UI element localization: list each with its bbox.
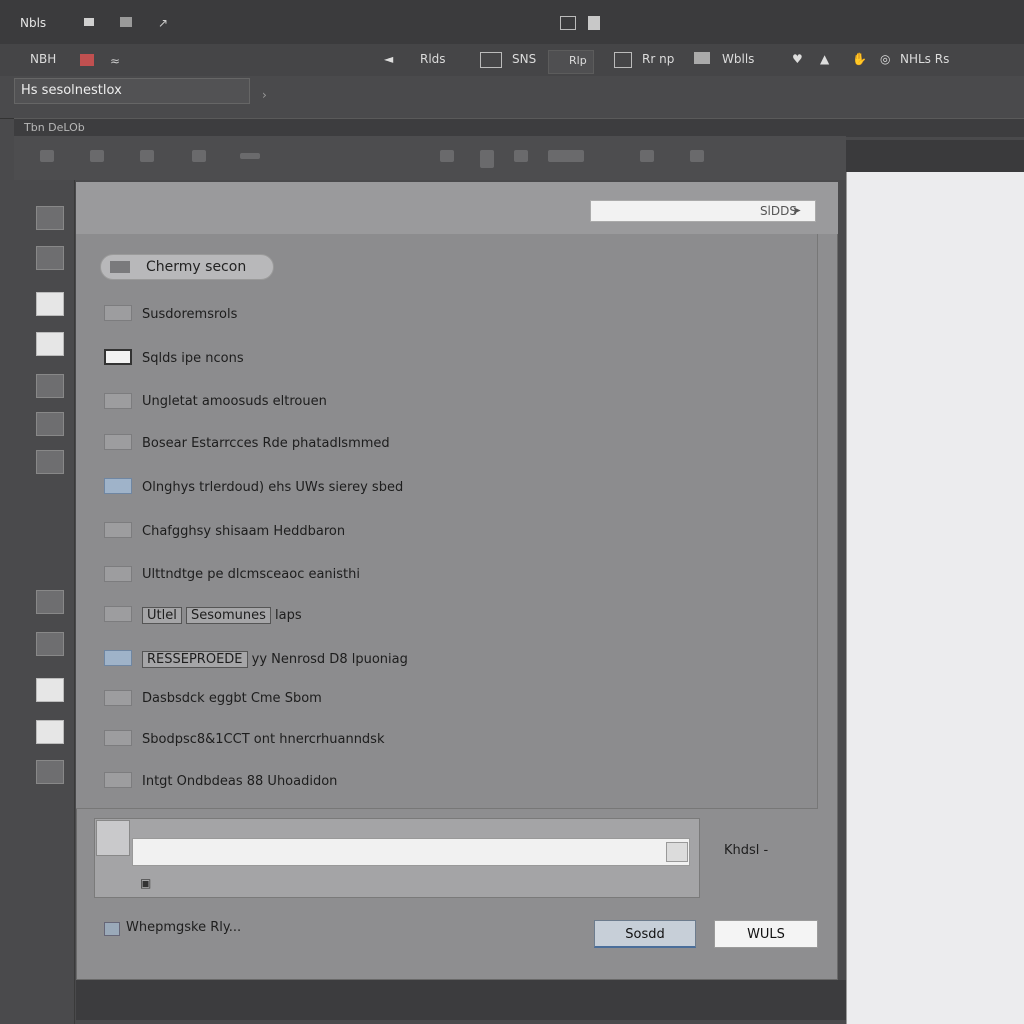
- option-checkbox-9[interactable]: [104, 650, 132, 666]
- option-label-8: Utlel Sesomunes laps: [142, 607, 302, 624]
- heart-icon[interactable]: ♥: [792, 52, 803, 66]
- app-menu[interactable]: Nbls: [20, 16, 46, 30]
- tool-thumb-12[interactable]: [36, 760, 64, 784]
- option-checkbox-5[interactable]: [104, 478, 132, 494]
- option-checkbox-11[interactable]: [104, 730, 132, 746]
- file-icon: [588, 16, 600, 30]
- dialog-search-field[interactable]: SlDDS: [590, 200, 816, 222]
- option-label-4: Bosear Estarrcces Rde phatadlsmmed: [142, 436, 390, 451]
- tool-icon-9[interactable]: [548, 150, 584, 162]
- document-icon[interactable]: [120, 17, 132, 27]
- tool-thumb-1[interactable]: [36, 206, 64, 230]
- tool-icon-7[interactable]: [480, 150, 494, 168]
- option-checkbox-3[interactable]: [104, 393, 132, 409]
- option-label-11: Sbodpsc8&1CCT ont hnercrhuanndsk: [142, 732, 385, 747]
- arrow-icon[interactable]: ↗: [158, 16, 168, 30]
- pill-icon: [110, 261, 130, 273]
- image-icon[interactable]: [694, 52, 710, 64]
- tool-icon-4[interactable]: [192, 150, 206, 162]
- grid-icon[interactable]: [480, 52, 502, 68]
- red-icon[interactable]: [80, 54, 94, 66]
- document-tab-label: Tbn DeLOb: [24, 121, 85, 134]
- tool-thumb-6[interactable]: [36, 412, 64, 436]
- option-label-2: Sqlds ipe ncons: [142, 351, 244, 366]
- toolbar-item-1[interactable]: NBH: [30, 52, 56, 66]
- option-label-5: Olnghys trlerdoud) ehs UWs sierey sbed: [142, 480, 404, 495]
- option-8-suffix: laps: [275, 608, 302, 623]
- option-checkbox-8[interactable]: [104, 606, 132, 622]
- option-checkbox-4[interactable]: [104, 434, 132, 450]
- toolbar-item-5[interactable]: Wblls: [722, 52, 754, 66]
- file-path-input[interactable]: [132, 838, 690, 866]
- tool-thumb-3[interactable]: [36, 292, 64, 316]
- tool-icon-8[interactable]: [514, 150, 528, 162]
- tool-icon-5[interactable]: [240, 153, 260, 159]
- toolbar-dropdown[interactable]: Rlp: [548, 50, 594, 74]
- toolbar-dropdown-value: Rlp: [569, 54, 587, 67]
- toolbar-item-6[interactable]: NHLs Rs: [900, 52, 949, 66]
- tool-thumb-9[interactable]: [36, 632, 64, 656]
- folder-icon[interactable]: ▣: [140, 876, 151, 890]
- layers-icon[interactable]: [614, 52, 632, 68]
- option-label-9: RESSEPROEDE yy Nenrosd D8 lpuoniag: [142, 651, 408, 668]
- window-icon: [560, 16, 576, 30]
- tool-thumb-8[interactable]: [36, 590, 64, 614]
- file-thumbnail[interactable]: [96, 820, 130, 856]
- mountain-icon[interactable]: ▲: [820, 52, 829, 66]
- pointer-icon[interactable]: ◄: [384, 52, 393, 66]
- tool-icon-6[interactable]: [440, 150, 454, 162]
- tool-icon-2[interactable]: [90, 150, 104, 162]
- option-checkbox-12[interactable]: [104, 772, 132, 788]
- tool-thumb-2[interactable]: [36, 246, 64, 270]
- tool-icon-3[interactable]: [140, 150, 154, 162]
- menu-icon[interactable]: [84, 18, 94, 26]
- tool-thumb-5[interactable]: [36, 374, 64, 398]
- option-label-1: Susdoremsrols: [142, 307, 238, 322]
- option-checkbox-2[interactable]: [104, 349, 132, 365]
- toolbar-item-3[interactable]: SNS: [512, 52, 536, 66]
- tool-thumb-11[interactable]: [36, 720, 64, 744]
- option-checkbox-7[interactable]: [104, 566, 132, 582]
- side-label: Khdsl -: [724, 843, 769, 858]
- bottom-checkbox[interactable]: [104, 922, 120, 936]
- tool-icon-1[interactable]: [40, 150, 54, 162]
- tool-icon-10[interactable]: [640, 150, 654, 162]
- option-label-12: Intgt Ondbdeas 88 Uhoadidon: [142, 774, 338, 789]
- search-arrow-icon[interactable]: ➤: [792, 204, 801, 217]
- option-9-main: yy Nenrosd D8 lpuoniag: [251, 652, 408, 667]
- menubar: Nbls ↗: [0, 0, 1024, 45]
- chevron-icon[interactable]: ›: [262, 88, 267, 102]
- status-strip: [76, 980, 846, 1020]
- option-checkbox-6[interactable]: [104, 522, 132, 538]
- right-pane: [846, 140, 1024, 1024]
- option-8-main: Sesomunes: [185, 607, 271, 624]
- tool-thumb-4[interactable]: [36, 332, 64, 356]
- document-iconbar: [14, 136, 846, 180]
- eye-icon[interactable]: ◎: [880, 52, 890, 66]
- hand-icon[interactable]: ✋: [852, 52, 867, 66]
- browse-button[interactable]: [666, 842, 688, 862]
- option-checkbox-1[interactable]: [104, 305, 132, 321]
- option-9-boxed: RESSEPROEDE: [142, 651, 248, 668]
- pill-label: Chermy secon: [146, 259, 247, 275]
- tool-thumb-7[interactable]: [36, 450, 64, 474]
- tool-thumb-10[interactable]: [36, 678, 64, 702]
- option-8-prefix: Utlel: [142, 607, 182, 624]
- link-icon[interactable]: ≈: [110, 54, 120, 68]
- option-label-10: Dasbsdck eggbt Cme Sbom: [142, 691, 322, 706]
- option-label-7: Ulttndtge pe dlcmsceaoc eanisthi: [142, 567, 361, 582]
- secondary-button[interactable]: WULS: [714, 920, 818, 948]
- option-checkbox-10[interactable]: [104, 690, 132, 706]
- primary-button[interactable]: Sosdd: [594, 920, 696, 948]
- option-label-6: Chafgghsy shisaam Heddbaron: [142, 524, 346, 539]
- toolbar-item-2[interactable]: Rlds: [420, 52, 446, 66]
- toolbar-item-4[interactable]: Rr np: [642, 52, 674, 66]
- document-tab[interactable]: Tbn DeLOb: [14, 118, 1024, 137]
- right-pane-header: [846, 140, 1024, 172]
- option-label-3: Ungletat amoosuds eltrouen: [142, 394, 327, 409]
- bottom-checkbox-label: Whepmgske Rly...: [126, 920, 242, 935]
- options-search-field[interactable]: Hs sesolnestlox: [14, 78, 250, 104]
- tool-icon-11[interactable]: [690, 150, 704, 162]
